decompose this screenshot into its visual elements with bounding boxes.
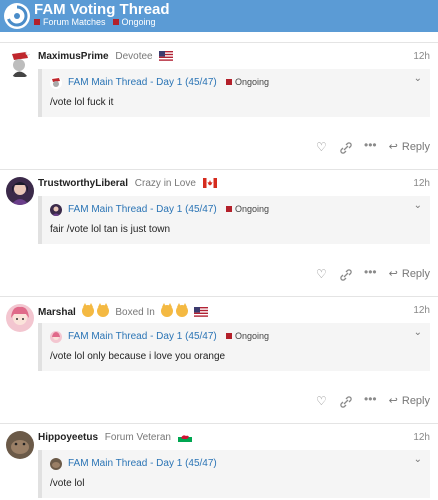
breadcrumb: Forum Matches Ongoing [34,17,156,27]
chevron-down-icon[interactable]: ⌄ [414,200,422,211]
tag-color-badge [226,206,232,212]
tag-color-badge [112,19,119,25]
post-actions: ♡ ••• ↩ Reply [0,392,438,412]
avatar-image [6,304,34,332]
quote-avatar [50,77,62,89]
avatar[interactable] [6,304,34,332]
username[interactable]: Marshal [38,307,76,318]
quote-tag[interactable]: Ongoing [226,204,269,214]
post: MaximusPrime Devotee 12h FAM Main Thread… [0,43,438,168]
quote-avatar [50,331,62,343]
reply-icon: ↩ [388,395,398,407]
quote-tag[interactable]: Ongoing [226,331,269,341]
canada-flag-icon [202,178,217,188]
reply-label: Reply [401,394,430,407]
us-flag-icon [159,51,174,61]
chevron-down-icon[interactable]: ⌄ [414,327,422,338]
quote-tag-label: Ongoing [235,77,270,87]
post-actions: ♡ ••• ↩ Reply [0,138,438,158]
post-time[interactable]: 12h [413,51,430,62]
quote-block: FAM Main Thread - Day 1 (45/47) Ongoing … [38,196,430,244]
quote-avatar [50,458,62,470]
post-time[interactable]: 12h [413,178,430,189]
user-title: Boxed In [115,307,155,318]
chevron-down-icon[interactable]: ⌄ [414,454,422,465]
username[interactable]: MaximusPrime [38,51,109,62]
reply-label: Reply [401,267,430,280]
quote-block: FAM Main Thread - Day 1 (45/47) Ongoing … [38,323,430,371]
quote-topic-link[interactable]: FAM Main Thread - Day 1 (45/47) [68,331,217,342]
quote-block: FAM Main Thread - Day 1 (45/47) ⌄ /vote … [38,450,430,498]
username[interactable]: Hippoyeetus [38,432,98,443]
quote-avatar [50,204,62,216]
more-icon[interactable]: ••• [364,138,377,152]
post-body: /vote lol [50,478,85,489]
wales-flag-icon [177,432,192,442]
link-icon[interactable] [340,396,352,408]
post-body: fair /vote lol tan is just town [50,224,171,235]
heart-icon[interactable]: ♡ [316,394,327,408]
category-color-badge [34,19,40,25]
reply-label: Reply [401,140,430,153]
username[interactable]: TrustworthyLiberal [38,178,128,189]
category-link[interactable]: Forum Matches [43,17,106,27]
username-row: Hippoyeetus Forum Veteran [38,432,192,443]
post-time[interactable]: 12h [413,305,430,316]
heart-icon[interactable]: ♡ [316,140,327,154]
avatar[interactable] [6,50,34,78]
quote-tag-label: Ongoing [235,331,270,341]
username-row: MaximusPrime Devotee [38,51,174,62]
cat-emoji-icon [160,303,173,317]
avatar-image [6,177,34,205]
username-row: Marshal Boxed In [38,303,209,318]
post-body: /vote lol only because i love you orange [50,351,226,362]
user-title: Crazy in Love [134,178,196,189]
logo-swirl-icon [5,4,29,28]
us-flag-icon [194,307,209,317]
tag-color-badge [226,79,232,85]
quote-tag-label: Ongoing [235,204,270,214]
cat-emoji-icon [96,303,109,317]
link-icon[interactable] [340,269,352,281]
cat-emoji-icon [175,303,188,317]
user-title: Devotee [115,51,153,62]
quote-topic-link[interactable]: FAM Main Thread - Day 1 (45/47) [68,458,217,469]
post: Marshal Boxed In 12h FAM Main Thread - D… [0,297,438,422]
quote-topic-link[interactable]: FAM Main Thread - Day 1 (45/47) [68,77,217,88]
reply-button[interactable]: ↩ Reply [388,140,430,154]
post-actions: ♡ ••• ↩ Reply [0,265,438,285]
cat-emoji-icon [81,303,94,317]
tag-color-badge [226,333,232,339]
quote-tag[interactable]: Ongoing [226,77,269,87]
post-time[interactable]: 12h [413,432,430,443]
post-body: /vote lol fuck it [50,97,114,108]
quote-block: FAM Main Thread - Day 1 (45/47) Ongoing … [38,69,430,117]
quote-topic-link[interactable]: FAM Main Thread - Day 1 (45/47) [68,204,217,215]
avatar-image [6,431,34,459]
reply-icon: ↩ [388,141,398,153]
topic-title[interactable]: FAM Voting Thread [34,1,170,18]
post: Hippoyeetus Forum Veteran 12h FAM Main T… [0,424,438,500]
username-row: TrustworthyLiberal Crazy in Love [38,178,217,189]
site-logo[interactable] [4,3,30,29]
chevron-down-icon[interactable]: ⌄ [414,73,422,84]
reply-button[interactable]: ↩ Reply [388,267,430,281]
link-icon[interactable] [340,142,352,154]
user-title: Forum Veteran [104,432,171,443]
more-icon[interactable]: ••• [364,392,377,406]
avatar[interactable] [6,431,34,459]
avatar-image [6,50,34,78]
post: TrustworthyLiberal Crazy in Love 12h FAM… [0,170,438,295]
heart-icon[interactable]: ♡ [316,267,327,281]
avatar[interactable] [6,177,34,205]
reply-icon: ↩ [388,268,398,280]
reply-button[interactable]: ↩ Reply [388,394,430,408]
more-icon[interactable]: ••• [364,265,377,279]
tag-link[interactable]: Ongoing [122,17,156,27]
topic-header: FAM Voting Thread Forum Matches Ongoing [0,0,438,32]
